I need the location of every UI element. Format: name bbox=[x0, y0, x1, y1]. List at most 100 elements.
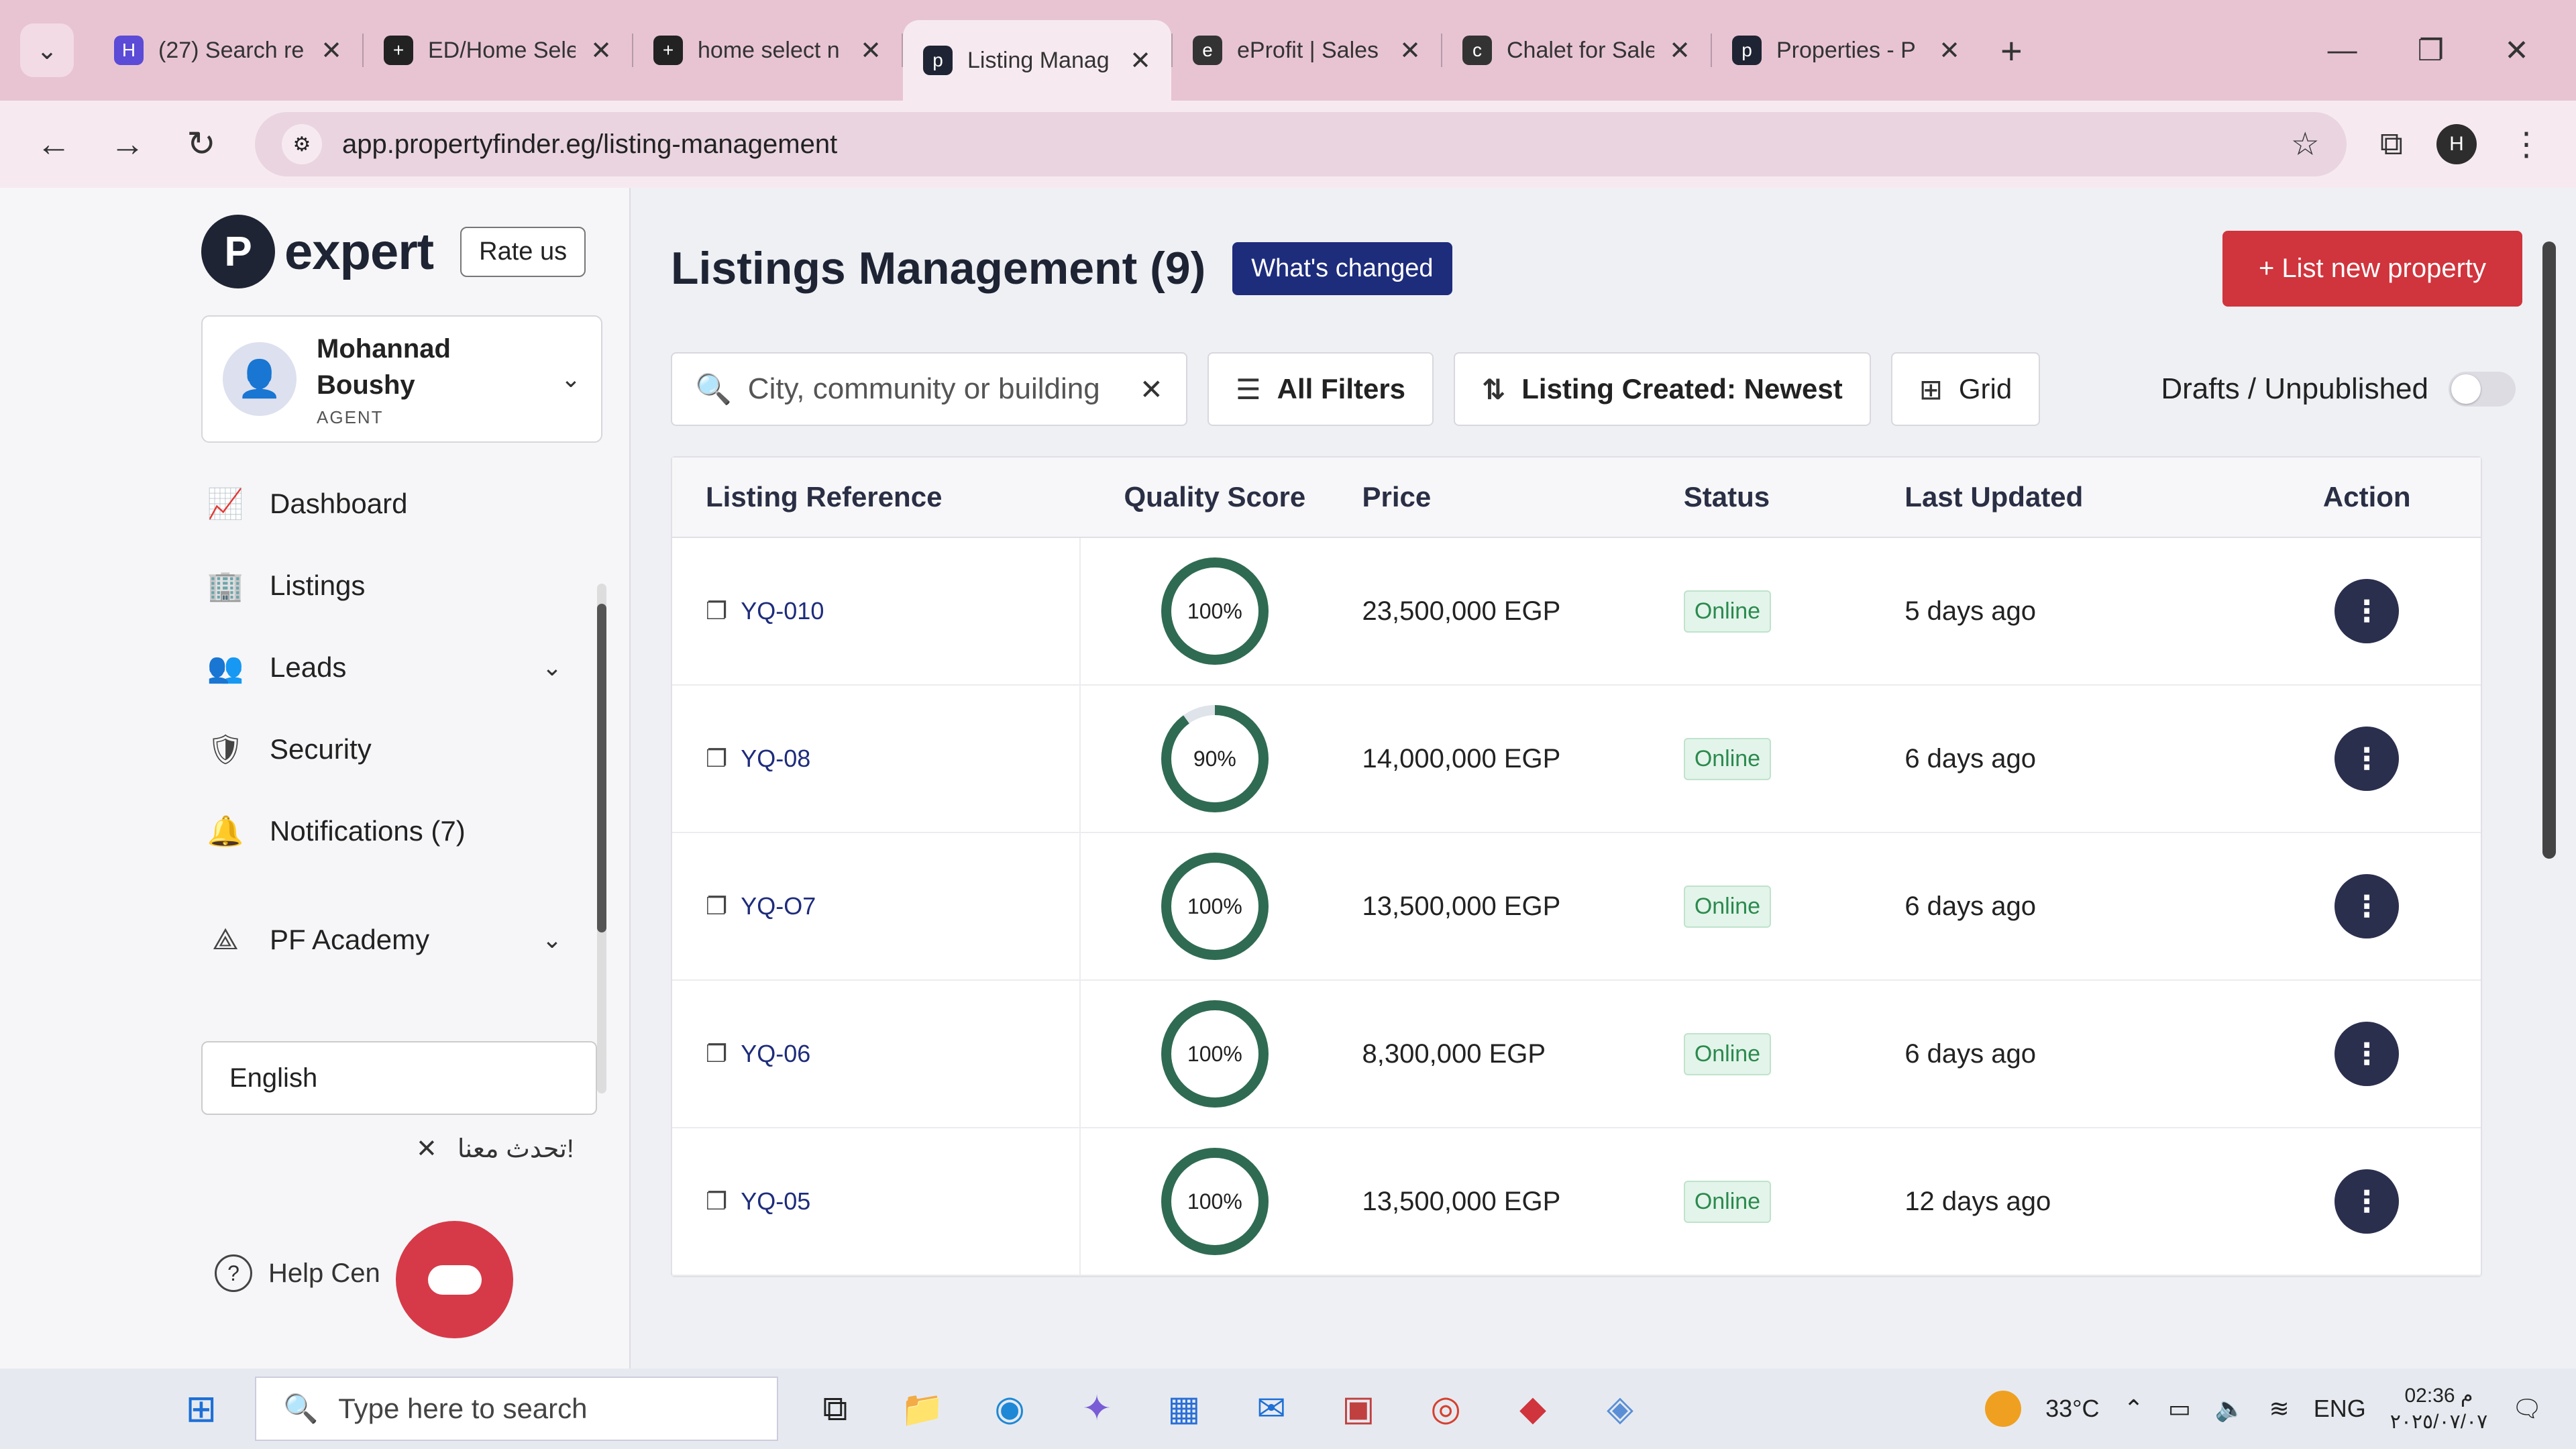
store-icon[interactable]: ▦ bbox=[1154, 1379, 1214, 1439]
minimize-icon[interactable]: — bbox=[2328, 34, 2357, 68]
app-icon-2[interactable]: ◈ bbox=[1590, 1379, 1650, 1439]
row-actions-kebab-icon[interactable]: ⋮ bbox=[2334, 1022, 2400, 1086]
language-select[interactable]: English bbox=[201, 1041, 597, 1115]
input-language[interactable]: ENG bbox=[2314, 1395, 2366, 1423]
listing-reference-link[interactable]: YQ-O7 bbox=[741, 892, 816, 920]
battery-icon[interactable]: ▭ bbox=[2168, 1395, 2191, 1423]
expert-logo[interactable]: P expert bbox=[201, 215, 434, 288]
row-actions-kebab-icon[interactable]: ⋮ bbox=[2334, 727, 2400, 791]
browser-tab[interactable]: e eProfit | Sales ✕ bbox=[1173, 17, 1441, 84]
table-row[interactable]: ❐ YQ-06 100% 8,300,000 EGP Online 6 days ago ⋮ bbox=[672, 981, 2481, 1128]
tab-close-icon[interactable]: ✕ bbox=[590, 36, 612, 66]
clear-search-icon[interactable]: ✕ bbox=[1140, 373, 1163, 406]
m365-icon[interactable]: ◆ bbox=[1503, 1379, 1563, 1439]
browser-tab[interactable]: p Properties - P ✕ bbox=[1712, 17, 1980, 84]
sidebar-item-notifications[interactable]: 🔔 Notifications (7) bbox=[201, 790, 602, 872]
user-card[interactable]: 👤 Mohannad Boushy AGENT ⌄ bbox=[201, 315, 602, 443]
tab-close-icon[interactable]: ✕ bbox=[1669, 36, 1690, 66]
site-info-icon[interactable]: ⚙ bbox=[282, 124, 322, 164]
table-row[interactable]: ❐ YQ-010 100% 23,500,000 EGP Online 5 days ag… bbox=[672, 538, 2481, 686]
page-scrollbar[interactable] bbox=[2542, 215, 2556, 1221]
all-filters-button[interactable]: ☰ All Filters bbox=[1208, 352, 1434, 426]
app-icon[interactable]: ▣ bbox=[1328, 1379, 1389, 1439]
close-window-icon[interactable]: ✕ bbox=[2504, 34, 2529, 68]
table-row[interactable]: ❐ YQ-O7 100% 13,500,000 EGP Online 6 days ago… bbox=[672, 833, 2481, 981]
row-actions-kebab-icon[interactable]: ⋮ bbox=[2334, 579, 2400, 643]
browser-tab[interactable]: H (27) Search re ✕ bbox=[94, 17, 362, 84]
reload-icon[interactable]: ↻ bbox=[181, 124, 221, 164]
taskbar-search[interactable]: 🔍 Type here to search bbox=[255, 1377, 778, 1441]
list-new-property-button[interactable]: + List new property bbox=[2222, 230, 2522, 307]
grid-view-button[interactable]: ⊞ Grid bbox=[1890, 352, 2041, 426]
new-tab-icon[interactable]: + bbox=[2000, 29, 2023, 72]
tab-close-icon[interactable]: ✕ bbox=[860, 36, 881, 66]
taskbar-search-placeholder[interactable]: Type here to search bbox=[338, 1393, 587, 1425]
notifications-icon[interactable]: 🗨 bbox=[2512, 1395, 2542, 1423]
restore-icon[interactable]: ❐ bbox=[2418, 34, 2444, 68]
listing-reference-link[interactable]: YQ-05 bbox=[741, 1187, 810, 1216]
whats-changed-button[interactable]: What's changed bbox=[1232, 241, 1452, 295]
forward-icon[interactable]: → bbox=[107, 124, 148, 164]
wifi-icon[interactable]: ≋ bbox=[2269, 1395, 2290, 1423]
chat-button[interactable] bbox=[396, 1221, 513, 1338]
sidebar-item-leads[interactable]: 👥 Leads ⌄ bbox=[201, 627, 602, 708]
browser-menu-icon[interactable]: ⋮ bbox=[2510, 125, 2542, 163]
url-field[interactable]: ⚙ app.propertyfinder.eg/listing-manageme… bbox=[255, 112, 2347, 176]
temperature[interactable]: 33°C bbox=[2045, 1395, 2099, 1423]
edge-icon[interactable]: ◉ bbox=[979, 1379, 1040, 1439]
table-row[interactable]: ❐ YQ-08 90% 14,000,000 EGP Online 6 days ago ⋮ bbox=[672, 686, 2481, 833]
sidebar-scrollbar[interactable] bbox=[597, 584, 606, 1093]
chevron-down-icon[interactable]: ⌄ bbox=[542, 926, 562, 954]
tab-close-icon[interactable]: ✕ bbox=[321, 36, 342, 66]
outlook-icon[interactable]: ✉ bbox=[1241, 1379, 1301, 1439]
tab-search-dropdown-icon[interactable]: ⌄ bbox=[20, 23, 74, 77]
sidebar-item-dashboard[interactable]: 📈 Dashboard bbox=[201, 463, 602, 545]
sidebar-item-pf[interactable]: ⟁ PF Academy ⌄ bbox=[201, 899, 602, 981]
url-text[interactable]: app.propertyfinder.eg/listing-management bbox=[342, 129, 2271, 160]
copy-icon[interactable]: ❐ bbox=[706, 892, 727, 920]
search-input[interactable]: 🔍 City, community or building ✕ bbox=[671, 352, 1187, 426]
help-center-link[interactable]: ? Help Cen bbox=[215, 1254, 380, 1292]
browser-tab[interactable]: + ED/Home Sele ✕ bbox=[364, 17, 632, 84]
chrome-icon[interactable]: ◎ bbox=[1415, 1379, 1476, 1439]
row-actions-kebab-icon[interactable]: ⋮ bbox=[2334, 1169, 2400, 1234]
browser-tab[interactable]: c Chalet for Sale ✕ bbox=[1442, 17, 1711, 84]
drafts-toggle[interactable] bbox=[2449, 372, 2516, 407]
chevron-down-icon[interactable]: ⌄ bbox=[561, 365, 581, 393]
windows-start-icon[interactable]: ⊞ bbox=[174, 1387, 228, 1431]
copy-icon[interactable]: ❐ bbox=[706, 1187, 727, 1216]
sidebar-item-security[interactable]: 🛡 Security bbox=[201, 708, 602, 790]
copy-icon[interactable]: ❐ bbox=[706, 597, 727, 625]
sidebar-scroll-thumb[interactable] bbox=[597, 604, 606, 932]
search-placeholder[interactable]: City, community or building bbox=[748, 372, 1124, 406]
profile-avatar[interactable]: H bbox=[2436, 124, 2477, 164]
sort-button[interactable]: ⇅ Listing Created: Newest bbox=[1454, 352, 1871, 426]
task-view-icon[interactable]: ⧉ bbox=[805, 1379, 865, 1439]
listing-reference-link[interactable]: YQ-010 bbox=[741, 597, 824, 625]
clock[interactable]: 02:36 م ٢٠٢٥/٠٧/٠٧ bbox=[2390, 1383, 2488, 1435]
rate-us-button[interactable]: Rate us bbox=[460, 226, 586, 277]
tab-close-icon[interactable]: ✕ bbox=[1130, 46, 1151, 76]
browser-tab[interactable]: p Listing Manag ✕ bbox=[903, 20, 1171, 101]
sidebar-item-listings[interactable]: 🏢 Listings bbox=[201, 545, 602, 627]
listing-reference-link[interactable]: YQ-06 bbox=[741, 1040, 810, 1068]
table-row[interactable]: ❐ YQ-05 100% 13,500,000 EGP Online 12 days ag… bbox=[672, 1128, 2481, 1276]
tab-close-icon[interactable]: ✕ bbox=[1399, 36, 1421, 66]
tray-chevron-icon[interactable]: ⌃ bbox=[2124, 1395, 2144, 1423]
listing-reference-link[interactable]: YQ-08 bbox=[741, 745, 810, 773]
row-actions-kebab-icon[interactable]: ⋮ bbox=[2334, 874, 2400, 938]
chevron-down-icon[interactable]: ⌄ bbox=[542, 653, 562, 682]
back-icon[interactable]: ← bbox=[34, 124, 74, 164]
volume-icon[interactable]: 🔈 bbox=[2215, 1395, 2245, 1423]
extensions-icon[interactable]: ⧉ bbox=[2380, 125, 2403, 163]
weather-icon[interactable] bbox=[1985, 1391, 2022, 1427]
tab-close-icon[interactable]: ✕ bbox=[1939, 36, 1960, 66]
page-scroll-thumb[interactable] bbox=[2542, 241, 2556, 859]
browser-tab[interactable]: + home select n ✕ bbox=[633, 17, 902, 84]
chat-hint-close-icon[interactable]: ✕ bbox=[416, 1134, 437, 1164]
bookmark-star-icon[interactable]: ☆ bbox=[2291, 125, 2320, 163]
copilot-icon[interactable]: ✦ bbox=[1067, 1379, 1127, 1439]
copy-icon[interactable]: ❐ bbox=[706, 1040, 727, 1068]
copy-icon[interactable]: ❐ bbox=[706, 745, 727, 773]
file-explorer-icon[interactable]: 📁 bbox=[892, 1379, 953, 1439]
